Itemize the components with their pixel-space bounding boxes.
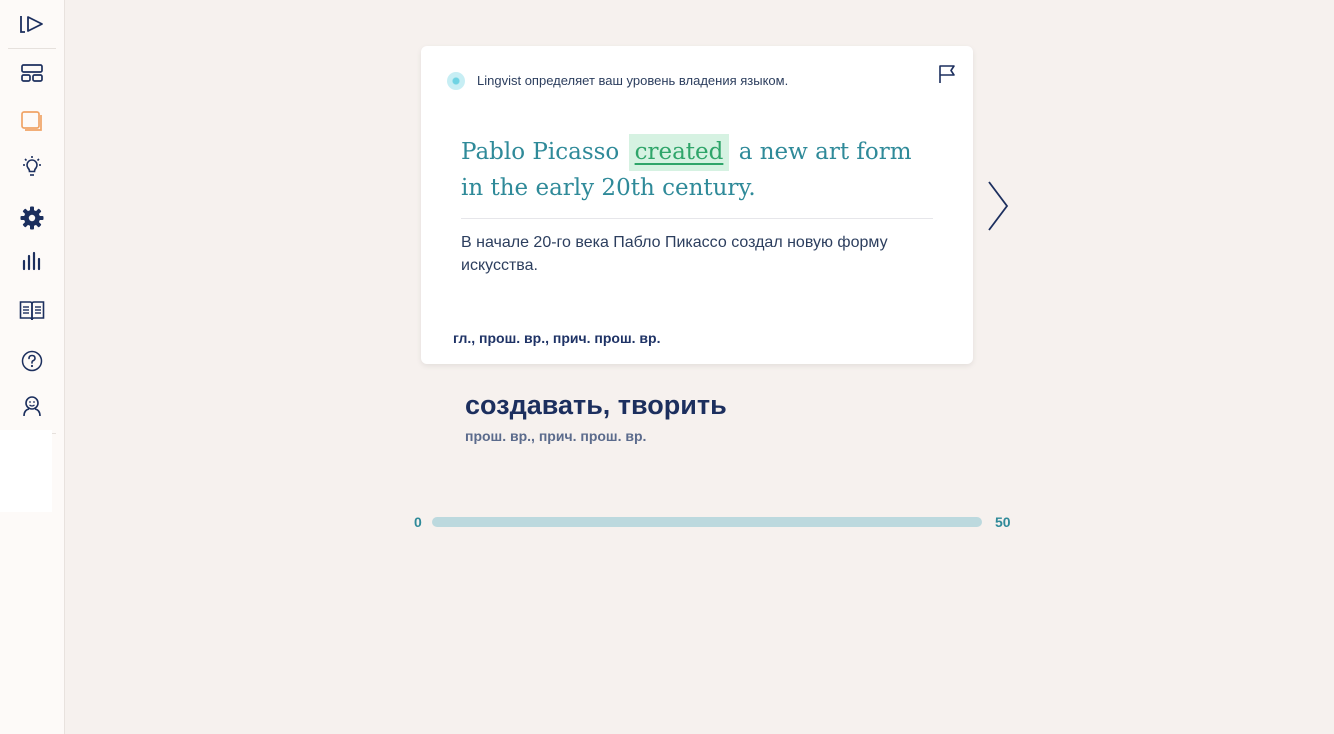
sidebar-cards-button[interactable] xyxy=(8,101,56,141)
gear-icon xyxy=(20,206,44,230)
dashboard-icon xyxy=(21,64,43,82)
flashcard: Lingvist определяет ваш уровень владения… xyxy=(421,46,973,364)
answer-input-word[interactable]: created xyxy=(628,134,730,171)
play-icon xyxy=(20,16,43,33)
sentence-start: Pablo Picasso xyxy=(461,139,620,165)
progress-max-label: 50 xyxy=(995,514,1011,530)
sentence-translation: В начале 20-го века Пабло Пикассо создал… xyxy=(461,234,888,274)
book-icon xyxy=(19,301,45,321)
status-indicator-icon xyxy=(447,72,465,90)
sidebar-profile-button[interactable] xyxy=(8,386,56,426)
status-message: Lingvist определяет ваш уровень владения… xyxy=(477,73,789,88)
card-divider xyxy=(461,218,933,219)
stats-icon xyxy=(22,251,41,271)
chevron-right-icon xyxy=(988,181,1009,231)
sidebar xyxy=(0,0,65,734)
sidebar-play-button[interactable] xyxy=(8,4,56,44)
sidebar-stats-button[interactable] xyxy=(8,241,56,281)
flag-icon xyxy=(939,65,955,83)
lightbulb-icon xyxy=(23,156,41,176)
cards-icon xyxy=(21,111,42,131)
word-form: прош. вр., прич. прош. вр. xyxy=(465,428,647,444)
report-flag-button[interactable] xyxy=(936,63,958,85)
sidebar-blank-area xyxy=(0,430,52,512)
word-meaning: создавать, творить xyxy=(465,390,727,420)
sidebar-settings-button[interactable] xyxy=(8,198,56,238)
sidebar-dashboard-button[interactable] xyxy=(8,53,56,93)
progress-bar xyxy=(432,517,982,527)
grammar-info: гл., прош. вр., прич. прош. вр. xyxy=(453,330,661,346)
example-sentence: Pablo Picasso created a new art form in … xyxy=(461,134,941,206)
sidebar-wordlist-button[interactable] xyxy=(8,291,56,331)
sidebar-insights-button[interactable] xyxy=(8,147,56,187)
sidebar-divider xyxy=(8,48,56,49)
profile-icon xyxy=(23,396,41,417)
progress-min-label: 0 xyxy=(414,514,422,530)
next-card-button[interactable] xyxy=(984,178,1012,234)
sidebar-help-button[interactable] xyxy=(8,341,56,381)
help-icon xyxy=(21,350,43,372)
